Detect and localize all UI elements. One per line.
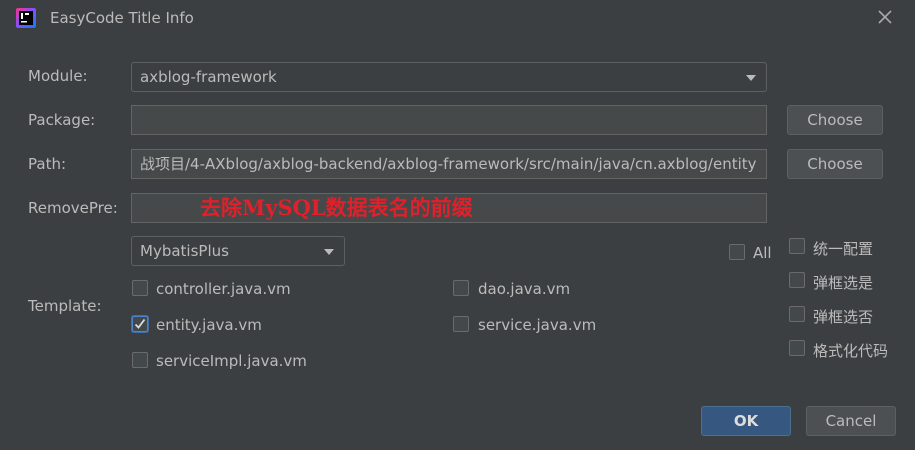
template-checkbox-dao[interactable] <box>453 280 469 296</box>
chevron-down-icon <box>324 249 334 255</box>
template-label-entity: entity.java.vm <box>156 316 262 334</box>
option-label-popup-yes: 弹框选是 <box>813 274 874 292</box>
package-input[interactable] <box>131 105 767 135</box>
module-combobox[interactable]: axblog-framework <box>131 62 767 92</box>
path-label: Path: <box>28 155 67 173</box>
path-value: 战项目/4-AXblog/axblog-backend/axblog-frame… <box>140 155 757 173</box>
template-label-controller: controller.java.vm <box>156 280 291 298</box>
package-choose-button[interactable]: Choose <box>787 105 883 135</box>
option-label-popup-no: 弹框选否 <box>813 308 874 326</box>
option-checkbox-popup-yes[interactable] <box>789 272 805 288</box>
all-checkbox[interactable] <box>729 244 745 260</box>
template-group-value: MybatisPlus <box>140 242 229 260</box>
chevron-down-icon <box>746 75 756 81</box>
path-choose-button[interactable]: Choose <box>787 149 883 179</box>
ok-button[interactable]: OK <box>701 406 791 436</box>
module-label: Module: <box>28 67 88 85</box>
template-checkbox-controller[interactable] <box>132 280 148 296</box>
template-checkbox-service[interactable] <box>453 316 469 332</box>
removepre-label: RemovePre: <box>28 199 118 217</box>
window-title: EasyCode Title Info <box>50 9 194 27</box>
template-checkbox-entity[interactable] <box>132 316 148 332</box>
option-checkbox-unified-config[interactable] <box>789 238 805 254</box>
path-input[interactable]: 战项目/4-AXblog/axblog-backend/axblog-frame… <box>131 149 767 179</box>
close-icon[interactable] <box>876 8 894 26</box>
template-label: Template: <box>28 297 102 315</box>
option-checkbox-format-code[interactable] <box>789 340 805 356</box>
module-value: axblog-framework <box>140 68 277 86</box>
option-label-format-code: 格式化代码 <box>813 342 889 360</box>
template-checkbox-serviceimpl[interactable] <box>132 352 148 368</box>
checkmark-icon <box>134 318 146 329</box>
template-group-combobox[interactable]: MybatisPlus <box>131 236 345 266</box>
template-label-serviceimpl: serviceImpl.java.vm <box>156 352 307 370</box>
all-label: All <box>753 244 772 262</box>
template-label-service: service.java.vm <box>478 316 597 334</box>
package-label: Package: <box>28 111 96 129</box>
template-label-dao: dao.java.vm <box>478 280 571 298</box>
intellij-logo-icon <box>16 8 36 28</box>
annotation-text: 去除MySQL数据表名的前缀 <box>200 195 473 220</box>
option-label-unified-config: 统一配置 <box>813 240 874 258</box>
cancel-button[interactable]: Cancel <box>806 406 896 436</box>
option-checkbox-popup-no[interactable] <box>789 306 805 322</box>
